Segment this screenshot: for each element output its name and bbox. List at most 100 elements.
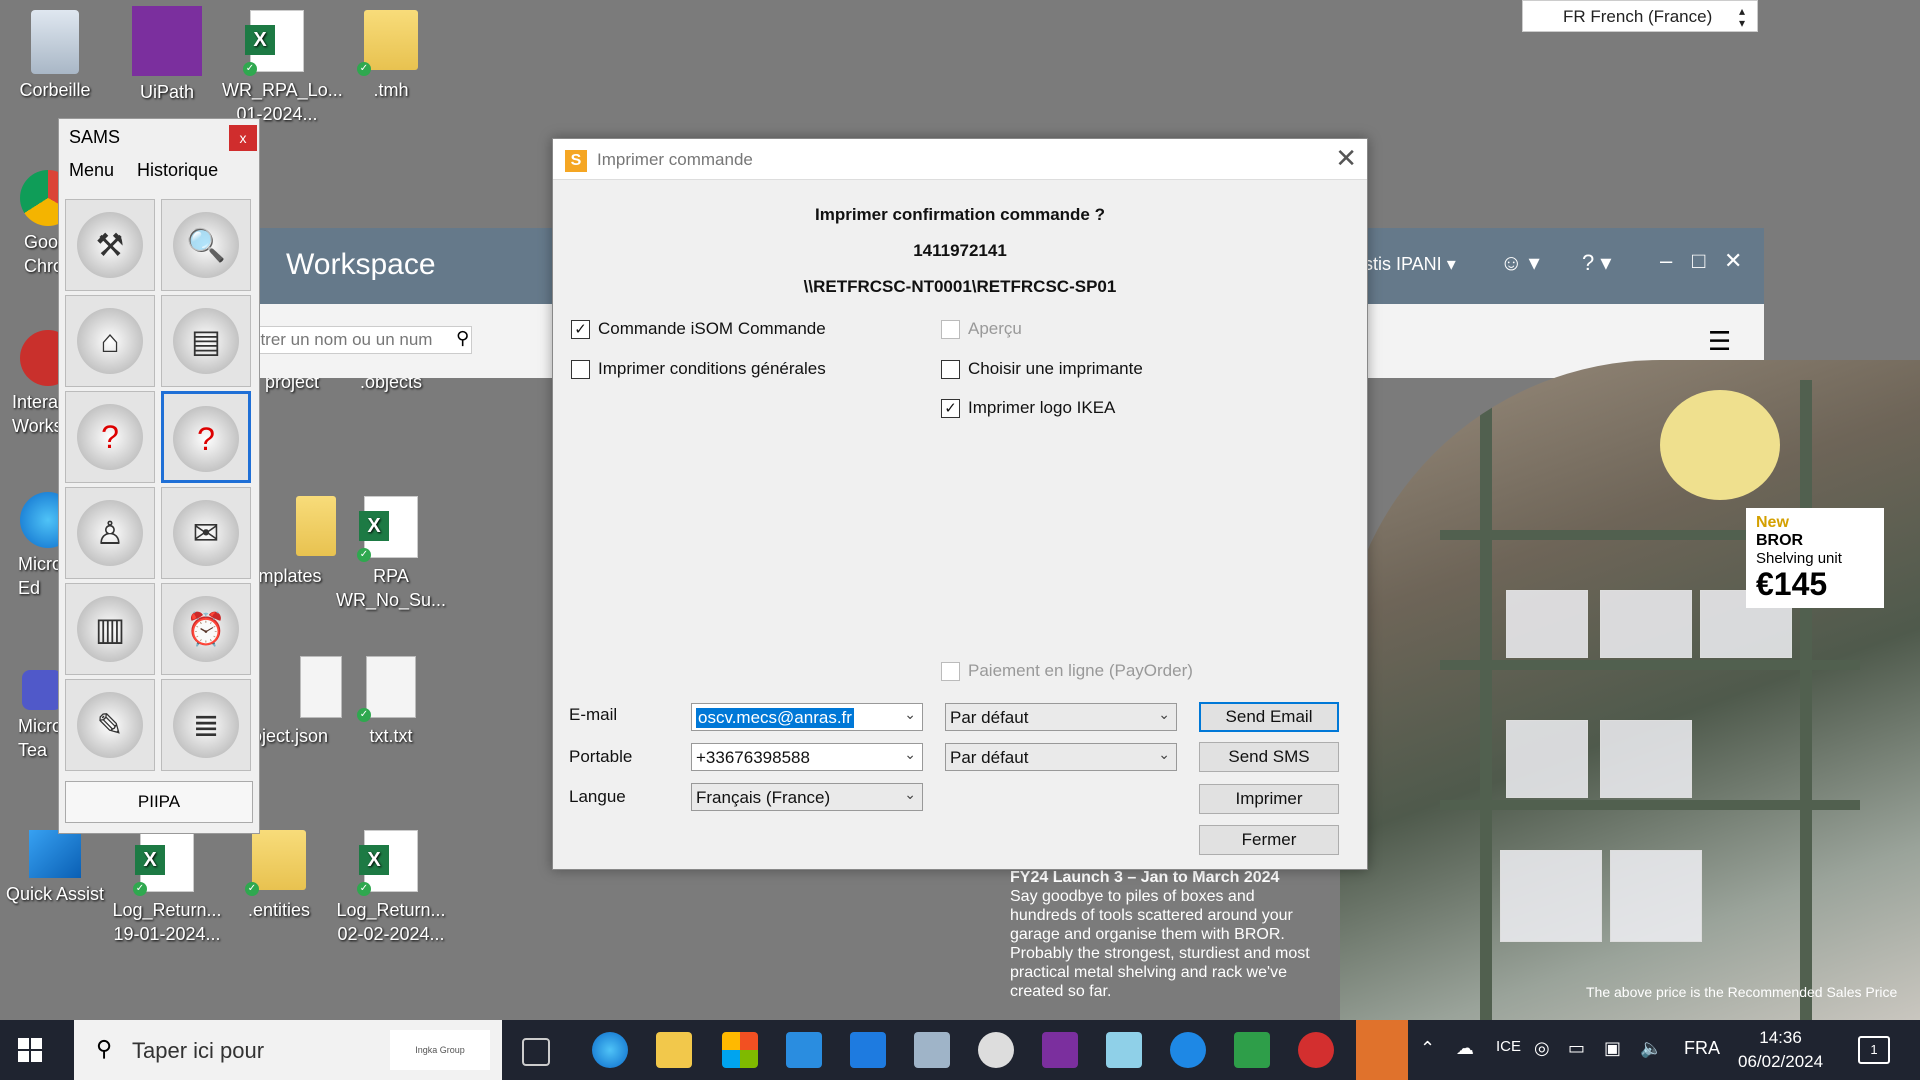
fermer-button[interactable]: Fermer xyxy=(1199,825,1339,855)
taskbar-search-box[interactable]: ⚲ Taper ici pour Ingka Group xyxy=(74,1020,502,1080)
maximize-icon[interactable]: □ xyxy=(1692,248,1705,274)
chevron-up-icon[interactable]: ⌃ xyxy=(1420,1038,1435,1059)
sams-tile-alarm[interactable]: ⏰ xyxy=(161,583,251,675)
workspace-user-menu[interactable]: istis IPANI ▾ xyxy=(1360,254,1456,275)
sams-taskbar-icon[interactable] xyxy=(850,1032,886,1068)
checkbox-checked-icon: ✓ xyxy=(941,398,960,418)
help-icon[interactable]: ? ▾ xyxy=(1582,250,1611,276)
sams-tile-delivery[interactable]: ⚒ xyxy=(65,199,155,291)
ice-tray-icon[interactable]: ICE xyxy=(1496,1038,1521,1055)
desktop-icon-uipath[interactable]: UiPath xyxy=(112,6,222,104)
piipa-button[interactable]: PIIPA xyxy=(65,781,253,823)
sams-tile-person-platform[interactable]: ♙ xyxy=(65,487,155,579)
desktop-icon-excel-1[interactable]: X ✓ WR_RPA_Lo... 01-2024... xyxy=(222,10,343,126)
checkbox-label: Paiement en ligne (PayOrder) xyxy=(968,661,1193,680)
taskbar: ⚲ Taper ici pour Ingka Group ⌃ ☁ ICE ◎ ▭… xyxy=(0,1020,1920,1080)
desktop-icon-quick-assist[interactable]: Quick Assist xyxy=(0,830,110,906)
send-sms-button[interactable]: Send SMS xyxy=(1199,742,1339,772)
sams-tile-search-docs[interactable]: 🔍 xyxy=(161,199,251,291)
portable-option-select[interactable]: Par défaut ⌄ xyxy=(945,743,1177,771)
spiral-app-icon[interactable] xyxy=(1170,1032,1206,1068)
desktop-icon-log-return-1[interactable]: X ✓ Log_Return... 19-01-2024... xyxy=(112,830,222,946)
sams-tile-report[interactable]: ≣ xyxy=(161,679,251,771)
checkbox-paiement-en-ligne: Paiement en ligne (PayOrder) xyxy=(941,661,1193,681)
clock-app-icon[interactable] xyxy=(978,1032,1014,1068)
support-agent-icon[interactable]: ☺ ▾ xyxy=(1500,250,1540,276)
mail-icon[interactable] xyxy=(786,1032,822,1068)
price-tag-desc: Shelving unit xyxy=(1756,550,1842,567)
email-combobox[interactable]: oscv.mecs@anras.fr ⌄ xyxy=(691,703,923,731)
sams-menu-menu[interactable]: Menu xyxy=(69,160,114,180)
portable-combobox[interactable]: +33676398588 ⌄ xyxy=(691,743,923,771)
interactive-taskbar-icon[interactable] xyxy=(1298,1032,1334,1068)
onedrive-icon[interactable]: ☁ xyxy=(1456,1038,1474,1059)
checkbox-label: Imprimer logo IKEA xyxy=(968,398,1116,417)
media-player-icon[interactable] xyxy=(1234,1032,1270,1068)
input-language[interactable]: FRA xyxy=(1684,1038,1720,1059)
sams-tile-envelope[interactable]: ✉ xyxy=(161,487,251,579)
sams-close-button[interactable]: x xyxy=(229,125,257,151)
dialog-titlebar: S Imprimer commande ✕ xyxy=(553,139,1367,180)
alarm-clock-icon: ⏰ xyxy=(173,596,239,662)
sams-menu-historique[interactable]: Historique xyxy=(137,160,218,180)
windows-start-icon[interactable] xyxy=(18,1038,42,1062)
folder-icon xyxy=(364,10,418,70)
minimize-icon[interactable]: – xyxy=(1660,248,1672,274)
desktop-icon-tmh[interactable]: ✓ .tmh xyxy=(336,10,446,102)
edge-taskbar-icon[interactable] xyxy=(592,1032,628,1068)
desktop-icon-entities[interactable]: ✓ .entities xyxy=(224,830,334,922)
interactive-app-icon xyxy=(20,330,60,386)
desktop-icon-chrome[interactable]: Goo Chro xyxy=(0,170,60,278)
battery-icon[interactable]: ▭ xyxy=(1568,1038,1585,1059)
checkbox-commande-isom[interactable]: ✓ Commande iSOM Commande xyxy=(571,319,826,339)
sams-active-taskbar-icon[interactable] xyxy=(1356,1020,1408,1080)
sams-tile-order-help[interactable]: ? xyxy=(161,391,251,483)
sams-panel: SAMS x Menu Historique ⚒ 🔍 ⌂ ▤ ? ? ♙ ✉ ▥… xyxy=(58,118,260,834)
task-view-icon[interactable] xyxy=(522,1038,550,1066)
desktop-icon-edge[interactable]: Micro Ed xyxy=(0,492,60,600)
langue-select[interactable]: Français (France) ⌄ xyxy=(691,783,923,811)
edge-icon xyxy=(20,492,60,548)
monitor-app-icon[interactable] xyxy=(914,1032,950,1068)
sams-tile-help-product[interactable]: ? xyxy=(65,391,155,483)
notification-count: 1 xyxy=(1870,1042,1878,1057)
desktop-icon-txt[interactable]: ✓ txt.txt xyxy=(336,656,446,748)
document-stack-icon: ▤ xyxy=(173,308,239,374)
quick-assist-icon xyxy=(29,830,81,878)
close-icon[interactable]: ✕ xyxy=(1724,248,1742,274)
workspace-search-input[interactable]: ntrer un nom ou un num xyxy=(240,326,472,354)
send-email-button[interactable]: Send Email xyxy=(1199,702,1339,732)
desktop-icon-rpa-excel[interactable]: X ✓ RPA WR_No_Su... xyxy=(336,496,446,612)
folder-icon xyxy=(252,830,306,890)
language-selector[interactable]: FR French (France) ▴ ▾ xyxy=(1522,0,1758,32)
system-clock[interactable]: 14:36 06/02/2024 xyxy=(1738,1026,1823,1074)
desktop-icon-corbeille[interactable]: Corbeille xyxy=(0,10,110,102)
checkbox-logo-ikea[interactable]: ✓ Imprimer logo IKEA xyxy=(941,398,1115,418)
price-tag-price: €145 xyxy=(1756,566,1828,602)
uipath-taskbar-icon[interactable] xyxy=(1042,1032,1078,1068)
network-icon[interactable]: ▣ xyxy=(1604,1038,1621,1059)
promo-image xyxy=(1340,360,1920,1020)
desktop-icon-log-return-2[interactable]: X ✓ Log_Return... 02-02-2024... xyxy=(336,830,446,946)
desktop-icon-teams[interactable]: Micro Tea xyxy=(0,670,60,762)
checkbox-conditions-generales[interactable]: Imprimer conditions générales xyxy=(571,359,826,379)
notification-center-icon[interactable]: 1 xyxy=(1858,1036,1890,1064)
dialog-close-icon[interactable]: ✕ xyxy=(1335,145,1357,171)
sams-tile-books[interactable]: ▥ xyxy=(65,583,155,675)
price-tag-new: New xyxy=(1756,514,1789,531)
volume-icon[interactable]: 🔈 xyxy=(1640,1038,1662,1059)
desktop-icon-interactive[interactable]: Intera Works xyxy=(0,330,60,438)
sams-tile-documents[interactable]: ▤ xyxy=(161,295,251,387)
hamburger-menu-icon[interactable]: ☰ xyxy=(1708,326,1731,357)
checkbox-choisir-imprimante[interactable]: Choisir une imprimante xyxy=(941,359,1143,379)
sync-tray-icon[interactable]: ◎ xyxy=(1534,1038,1550,1059)
notes-app-icon[interactable] xyxy=(1106,1032,1142,1068)
sams-tile-lamp[interactable]: ⌂ xyxy=(65,295,155,387)
sams-tile-edit-doc[interactable]: ✎ xyxy=(65,679,155,771)
search-icon[interactable]: ⚲ xyxy=(456,328,469,349)
taskbar-search-placeholder: Taper ici pour xyxy=(132,1038,265,1063)
microsoft-store-icon[interactable] xyxy=(722,1032,758,1068)
email-option-select[interactable]: Par défaut ⌄ xyxy=(945,703,1177,731)
imprimer-button[interactable]: Imprimer xyxy=(1199,784,1339,814)
file-explorer-icon[interactable] xyxy=(656,1032,692,1068)
